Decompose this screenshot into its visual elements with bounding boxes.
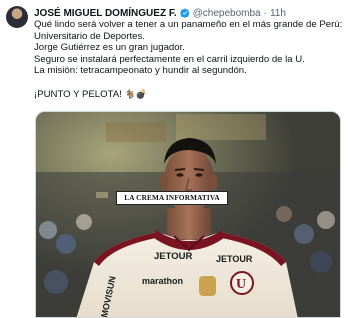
jersey-sponsor-right: JETOUR <box>216 254 253 264</box>
tweet-line: Universitario de Deportes. <box>34 30 145 42</box>
tweet-line: Qué lindo será volver a tener a un panam… <box>34 19 343 30</box>
tweet-text: Qué lindo será volver a tener a un panam… <box>34 19 344 100</box>
jersey-sleeve-left: MOVISUN <box>99 275 118 318</box>
closing-text: ¡PUNTO Y PELOTA! <box>34 88 122 100</box>
jersey-badge-icon <box>199 276 216 296</box>
tweet-line: Jorge Gutiérrez es un gran jugador. <box>34 42 185 54</box>
crest-letter: U <box>236 277 246 292</box>
tweet-line: Seguro se instalará perfectamente en el … <box>34 53 305 65</box>
tweet-photo[interactable]: JETOUR JETOUR marathon MOVISUN U <box>35 111 341 318</box>
author-name[interactable]: JOSÉ MIGUEL DOMÍNGUEZ F. <box>34 8 177 19</box>
tweet-header: JOSÉ MIGUEL DOMÍNGUEZ F. @chepebomba · 1… <box>34 6 344 20</box>
jersey-text-layer: JETOUR JETOUR marathon MOVISUN U <box>99 251 254 318</box>
author-handle[interactable]: @chepebomba <box>193 8 261 19</box>
watermark-label: LA CREMA INFORMATIVA <box>116 191 228 205</box>
tweet-closing-line: ¡PUNTO Y PELOTA! 🐐💣 <box>34 89 344 101</box>
verified-badge-icon <box>179 8 189 18</box>
jersey-sponsor-chest: marathon <box>142 276 183 286</box>
goat-bomb-emoji-icon: 🐐💣 <box>124 88 147 99</box>
timestamp[interactable]: 11h <box>270 8 286 19</box>
separator-dot: · <box>263 7 267 19</box>
jersey-sponsor-top: JETOUR <box>154 251 193 262</box>
author-avatar[interactable] <box>6 6 28 28</box>
tweet-line: La misión: tetracampeonato y hundir al s… <box>34 65 247 77</box>
